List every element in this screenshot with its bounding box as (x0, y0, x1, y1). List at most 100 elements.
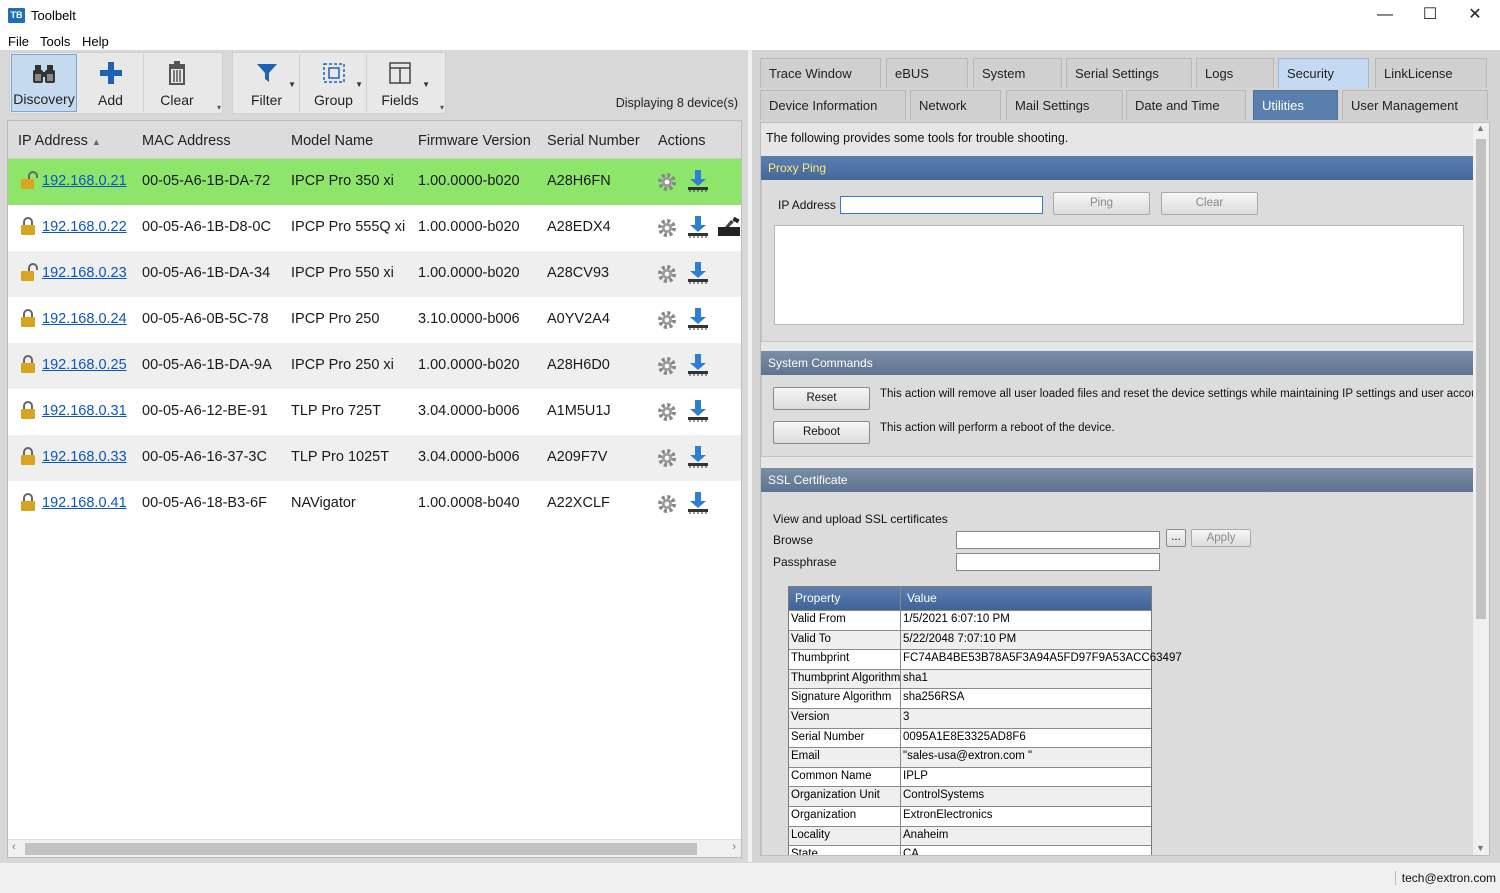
property-cell: State (791, 848, 818, 856)
passphrase-input[interactable] (956, 553, 1160, 571)
tab-network[interactable]: Network (910, 90, 1001, 120)
scroll-right-icon[interactable]: › (732, 841, 736, 853)
tab-user-management[interactable]: User Management (1342, 90, 1488, 120)
tab-utilities[interactable]: Utilities (1253, 90, 1338, 120)
download-firmware-icon[interactable] (686, 215, 710, 244)
gear-icon[interactable] (656, 401, 678, 428)
tab-linklicense[interactable]: LinkLicense (1375, 58, 1487, 88)
reboot-button[interactable]: Reboot (773, 421, 870, 444)
add-label: Add (98, 92, 123, 108)
ping-output-area[interactable] (774, 225, 1464, 325)
download-firmware-icon[interactable] (686, 169, 710, 198)
gear-icon[interactable] (656, 171, 678, 198)
table-row[interactable]: 192.168.0.33 00-05-A6-16-37-3C TLP Pro 102… (8, 435, 741, 481)
table-row: Valid To 5/22/2048 7:07:10 PM (789, 629, 1151, 650)
ip-address-link[interactable]: 192.168.0.21 (42, 173, 127, 189)
reboot-description: This action will perform a reboot of the… (880, 422, 1115, 434)
table-row[interactable]: 192.168.0.23 00-05-A6-1B-DA-34 IPCP Pro 55… (8, 251, 741, 297)
ip-address-link[interactable]: 192.168.0.22 (42, 219, 127, 235)
table-row[interactable]: 192.168.0.41 00-05-A6-18-B3-6F NAVigator 1.… (8, 481, 741, 527)
gear-icon[interactable] (656, 355, 678, 382)
column-mac-address[interactable]: MAC Address (142, 133, 231, 149)
scroll-down-icon[interactable]: ▼ (1476, 843, 1485, 853)
fields-dropdown-icon[interactable]: ▼ (422, 80, 430, 89)
toolbar-overflow-icon[interactable]: ▾ (217, 103, 221, 112)
ip-address-link[interactable]: 192.168.0.23 (42, 265, 127, 281)
reset-button[interactable]: Reset (773, 387, 870, 410)
column-serial-number[interactable]: Serial Number (547, 133, 640, 149)
device-grid: IP Address ▲ MAC Address Model Name Firm… (7, 120, 742, 858)
maximize-button[interactable]: ☐ (1407, 0, 1453, 32)
column-model-name[interactable]: Model Name (291, 133, 373, 149)
tab-ebus[interactable]: eBUS (886, 58, 968, 88)
group-button[interactable]: Group ▼ (301, 54, 367, 112)
gear-icon[interactable] (656, 217, 678, 244)
tab-logs[interactable]: Logs (1196, 58, 1274, 88)
ip-address-link[interactable]: 192.168.0.24 (42, 311, 127, 327)
ip-address-link[interactable]: 192.168.0.31 (42, 403, 127, 419)
control-panel-icon[interactable] (717, 216, 741, 242)
toolbar-overflow-icon[interactable]: ▾ (440, 103, 444, 112)
tab-trace-window[interactable]: Trace Window (760, 58, 881, 88)
gear-icon[interactable] (656, 309, 678, 336)
download-firmware-icon[interactable] (686, 445, 710, 474)
menu-tools[interactable]: Tools (40, 34, 70, 49)
passphrase-label: Passphrase (773, 555, 837, 569)
value-cell: CA (903, 848, 919, 856)
download-firmware-icon[interactable] (686, 261, 710, 290)
ping-button[interactable]: Ping (1053, 192, 1150, 215)
horizontal-scrollbar[interactable]: ‹ › (8, 839, 741, 857)
gear-icon[interactable] (656, 263, 678, 290)
download-firmware-icon[interactable] (686, 353, 710, 382)
ping-ip-input[interactable] (840, 196, 1043, 214)
tab-mail-settings[interactable]: Mail Settings (1006, 90, 1123, 120)
gear-icon[interactable] (656, 447, 678, 474)
ip-address-link[interactable]: 192.168.0.25 (42, 357, 127, 373)
clear-button[interactable]: Clear (144, 54, 210, 112)
table-row[interactable]: 192.168.0.21 00-05-A6-1B-DA-72 IPCP Pro 35… (8, 159, 741, 205)
scroll-left-icon[interactable]: ‹ (12, 841, 16, 853)
close-button[interactable]: ✕ (1452, 0, 1498, 32)
ip-address-link[interactable]: 192.168.0.41 (42, 495, 127, 511)
tab-date-and-time[interactable]: Date and Time (1126, 90, 1246, 120)
tab-serial-settings[interactable]: Serial Settings (1066, 58, 1192, 88)
gear-icon[interactable] (656, 493, 678, 520)
value-cell: 5/22/2048 7:07:10 PM (903, 632, 1017, 645)
tab-security[interactable]: Security (1278, 58, 1369, 88)
browse-path-input[interactable] (956, 531, 1160, 549)
filter-dropdown-icon[interactable]: ▼ (288, 80, 296, 89)
filter-button[interactable]: Filter ▼ (234, 54, 300, 112)
column-firmware-version[interactable]: Firmware Version (418, 133, 531, 149)
model-name-cell: TLP Pro 725T (291, 403, 382, 419)
vertical-scrollbar[interactable]: ▲ ▼ (1473, 123, 1489, 855)
table-row[interactable]: 192.168.0.24 00-05-A6-0B-5C-78 IPCP Pro 25… (8, 297, 741, 343)
column-ip-address[interactable]: IP Address ▲ (18, 133, 101, 149)
vertical-scroll-thumb[interactable] (1476, 139, 1486, 619)
tab-device-information[interactable]: Device Information (760, 90, 906, 120)
table-row[interactable]: 192.168.0.31 00-05-A6-12-BE-91 TLP Pro 725… (8, 389, 741, 435)
browse-button[interactable]: ... (1166, 529, 1186, 547)
lock-icon (20, 447, 36, 470)
fields-button[interactable]: Fields ▼ (367, 54, 433, 112)
ip-address-link[interactable]: 192.168.0.33 (42, 449, 127, 465)
scroll-up-icon[interactable]: ▲ (1476, 123, 1485, 133)
menu-help[interactable]: Help (82, 34, 109, 49)
group-dropdown-icon[interactable]: ▼ (355, 80, 363, 89)
horizontal-scroll-thumb[interactable] (25, 843, 697, 855)
app-icon: TB (8, 8, 25, 23)
proxy-ping-section: IP Address Ping Clear (761, 180, 1474, 342)
download-firmware-icon[interactable] (686, 491, 710, 520)
minimize-button[interactable]: — (1362, 0, 1408, 32)
fields-label: Fields (381, 92, 419, 108)
ping-clear-button[interactable]: Clear (1161, 192, 1258, 215)
add-button[interactable]: Add (78, 54, 144, 112)
menu-file[interactable]: File (8, 34, 29, 49)
table-row[interactable]: 192.168.0.25 00-05-A6-1B-DA-9A IPCP Pro 25… (8, 343, 741, 389)
discovery-button[interactable]: Discovery (11, 54, 77, 112)
tab-system[interactable]: System (973, 58, 1062, 88)
table-row[interactable]: 192.168.0.22 00-05-A6-1B-D8-0C IPCP Pro 55… (8, 205, 741, 251)
download-firmware-icon[interactable] (686, 399, 710, 428)
ssl-apply-button[interactable]: Apply (1191, 529, 1251, 547)
download-firmware-icon[interactable] (686, 307, 710, 336)
mac-address-cell: 00-05-A6-1B-DA-34 (142, 265, 271, 281)
